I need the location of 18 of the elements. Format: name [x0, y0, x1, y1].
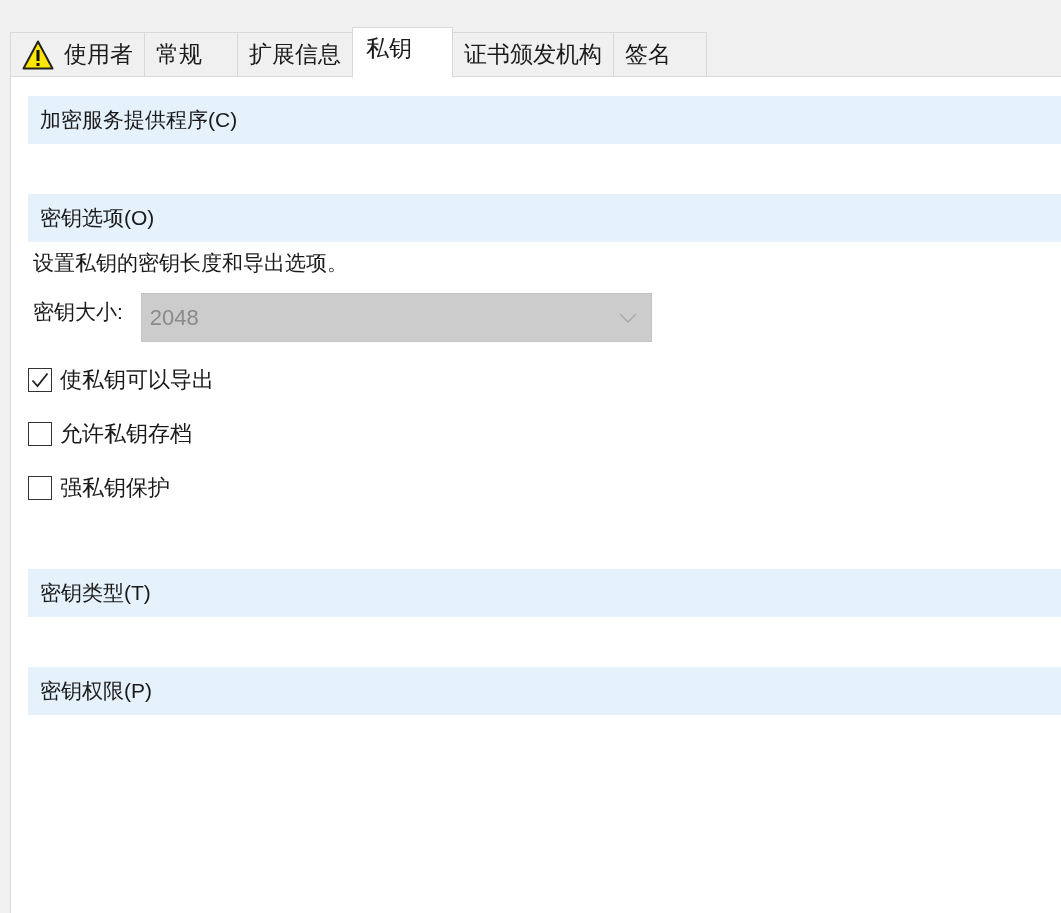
- checkbox-label: 强私钥保护: [60, 477, 170, 499]
- checkbox-label: 使私钥可以导出: [60, 369, 214, 391]
- tab[interactable]: 私钥: [352, 27, 453, 78]
- checkbox-label: 允许私钥存档: [60, 423, 192, 445]
- section-header[interactable]: 加密服务提供程序(C): [28, 96, 1061, 144]
- description-text: 设置私钥的密钥长度和导出选项。: [33, 250, 348, 276]
- tab[interactable]: 签名: [613, 32, 707, 76]
- section-header[interactable]: 密钥类型(T): [28, 569, 1061, 617]
- section-header[interactable]: 密钥权限(P): [28, 667, 1061, 715]
- tab[interactable]: 使用者: [10, 32, 145, 76]
- key-size-label: 密钥大小:: [33, 299, 123, 325]
- warning-icon: [22, 39, 54, 70]
- chevron-down-icon: [618, 312, 637, 323]
- checkbox[interactable]: [28, 422, 52, 446]
- checkmark-icon: [31, 372, 49, 388]
- checkbox[interactable]: [28, 476, 52, 500]
- checkbox[interactable]: [28, 368, 52, 392]
- section-header[interactable]: 密钥选项(O): [28, 194, 1061, 242]
